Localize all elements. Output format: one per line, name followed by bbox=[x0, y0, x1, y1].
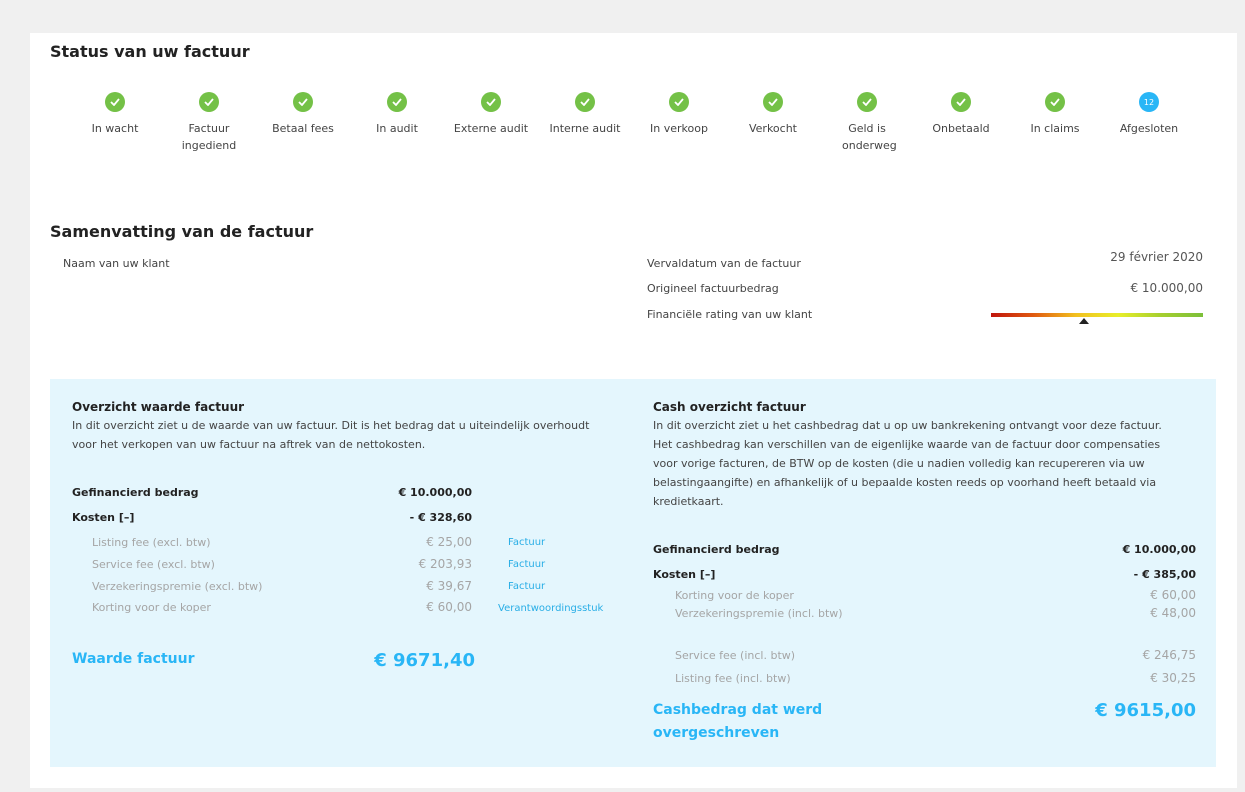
listing-fee-label: Listing fee (excl. btw) bbox=[92, 536, 211, 549]
check-icon bbox=[669, 92, 689, 112]
status-stepper: In wacht Factuur ingediend Betaal fees I… bbox=[68, 92, 1196, 172]
check-icon bbox=[105, 92, 125, 112]
rating-marker-icon bbox=[1079, 318, 1090, 324]
check-icon bbox=[951, 92, 971, 112]
overview-text-line2: voor het verkopen van uw factuur na aftr… bbox=[72, 438, 426, 451]
cash-overview-title: Cash overzicht factuur bbox=[653, 400, 806, 414]
cash-buyer-discount-value: € 60,00 bbox=[1150, 588, 1196, 602]
cash-financed-amount-label: Gefinancierd bedrag bbox=[653, 543, 780, 556]
client-name-label: Naam van uw klant bbox=[63, 257, 170, 270]
cash-amount-total: € 9615,00 bbox=[1095, 700, 1196, 721]
buyer-discount-label: Korting voor de koper bbox=[92, 601, 211, 614]
step-in-verkoop: In verkoop bbox=[632, 92, 726, 137]
cash-buyer-discount-label: Korting voor de koper bbox=[675, 589, 794, 602]
check-icon bbox=[387, 92, 407, 112]
cash-costs-value: - € 385,00 bbox=[1133, 568, 1196, 581]
check-icon bbox=[1045, 92, 1065, 112]
step-betaal-fees: Betaal fees bbox=[256, 92, 350, 137]
due-date-value: 29 février 2020 bbox=[1110, 250, 1203, 264]
step-factuur-ingediend: Factuur ingediend bbox=[162, 92, 256, 154]
cash-costs-label: Kosten [–] bbox=[653, 568, 716, 581]
listing-fee-value: € 25,00 bbox=[426, 535, 472, 549]
check-icon bbox=[857, 92, 877, 112]
check-icon bbox=[763, 92, 783, 112]
listing-fee-invoice-link[interactable]: Factuur bbox=[508, 537, 545, 548]
financial-rating-label: Financiële rating van uw klant bbox=[647, 308, 813, 321]
justification-document-link[interactable]: Verantwoordingsstuk bbox=[498, 603, 603, 614]
financed-amount-label: Gefinancierd bedrag bbox=[72, 486, 199, 499]
costs-value: - € 328,60 bbox=[409, 511, 472, 524]
check-icon bbox=[199, 92, 219, 112]
overview-title: Overzicht waarde factuur bbox=[72, 400, 245, 414]
overview-text-line1: In dit overzicht ziet u de waarde van uw… bbox=[72, 419, 590, 432]
financed-amount-value: € 10.000,00 bbox=[398, 486, 472, 499]
status-title: Status van uw factuur bbox=[50, 42, 250, 61]
service-fee-invoice-link[interactable]: Factuur bbox=[508, 559, 545, 570]
summary-title: Samenvatting van de factuur bbox=[50, 222, 314, 241]
step-afgesloten: 12 Afgesloten bbox=[1102, 92, 1196, 137]
cash-amount-label-line2: overgeschreven bbox=[653, 725, 780, 741]
invoice-value-label: Waarde factuur bbox=[72, 651, 195, 667]
check-icon bbox=[293, 92, 313, 112]
insurance-invoice-link[interactable]: Factuur bbox=[508, 581, 545, 592]
step-geld-is-onderweg: Geld is onderweg bbox=[820, 92, 914, 154]
buyer-discount-value: € 60,00 bbox=[426, 600, 472, 614]
step-onbetaald: Onbetaald bbox=[914, 92, 1008, 137]
cash-service-fee-label: Service fee (incl. btw) bbox=[675, 649, 796, 662]
costs-label: Kosten [–] bbox=[72, 511, 135, 524]
cash-text-line5: kredietkaart. bbox=[653, 495, 724, 508]
insurance-premium-label: Verzekeringspremie (excl. btw) bbox=[92, 580, 263, 593]
step-verkocht: Verkocht bbox=[726, 92, 820, 137]
step-number-badge: 12 bbox=[1139, 92, 1159, 112]
cash-text-line3: voor vorige facturen, de BTW op de koste… bbox=[653, 457, 1145, 470]
step-interne-audit: Interne audit bbox=[538, 92, 632, 137]
step-in-audit: In audit bbox=[350, 92, 444, 137]
step-externe-audit: Externe audit bbox=[444, 92, 538, 137]
cash-service-fee-value: € 246,75 bbox=[1142, 648, 1196, 662]
cash-insurance-value: € 48,00 bbox=[1150, 606, 1196, 620]
cash-insurance-label: Verzekeringspremie (incl. btw) bbox=[675, 607, 843, 620]
cash-amount-label-line1: Cashbedrag dat werd bbox=[653, 702, 823, 718]
step-in-claims: In claims bbox=[1008, 92, 1102, 137]
service-fee-label: Service fee (excl. btw) bbox=[92, 558, 215, 571]
cash-listing-fee-label: Listing fee (incl. btw) bbox=[675, 672, 791, 685]
insurance-premium-value: € 39,67 bbox=[426, 579, 472, 593]
cash-text-line2: Het cashbedrag kan verschillen van de ei… bbox=[653, 438, 1161, 451]
step-in-wacht: In wacht bbox=[68, 92, 162, 137]
cash-listing-fee-value: € 30,25 bbox=[1150, 671, 1196, 685]
due-date-label: Vervaldatum van de factuur bbox=[647, 257, 801, 270]
financial-rating-bar bbox=[991, 313, 1203, 317]
original-amount-label: Origineel factuurbedrag bbox=[647, 282, 779, 295]
service-fee-value: € 203,93 bbox=[418, 557, 472, 571]
cash-financed-amount-value: € 10.000,00 bbox=[1122, 543, 1196, 556]
check-icon bbox=[575, 92, 595, 112]
check-icon bbox=[481, 92, 501, 112]
invoice-value-total: € 9671,40 bbox=[374, 650, 475, 671]
cash-text-line4: belastingaangifte) en afhankelijk of u b… bbox=[653, 476, 1157, 489]
original-amount-value: € 10.000,00 bbox=[1130, 281, 1203, 295]
cash-text-line1: In dit overzicht ziet u het cashbedrag d… bbox=[653, 419, 1162, 432]
